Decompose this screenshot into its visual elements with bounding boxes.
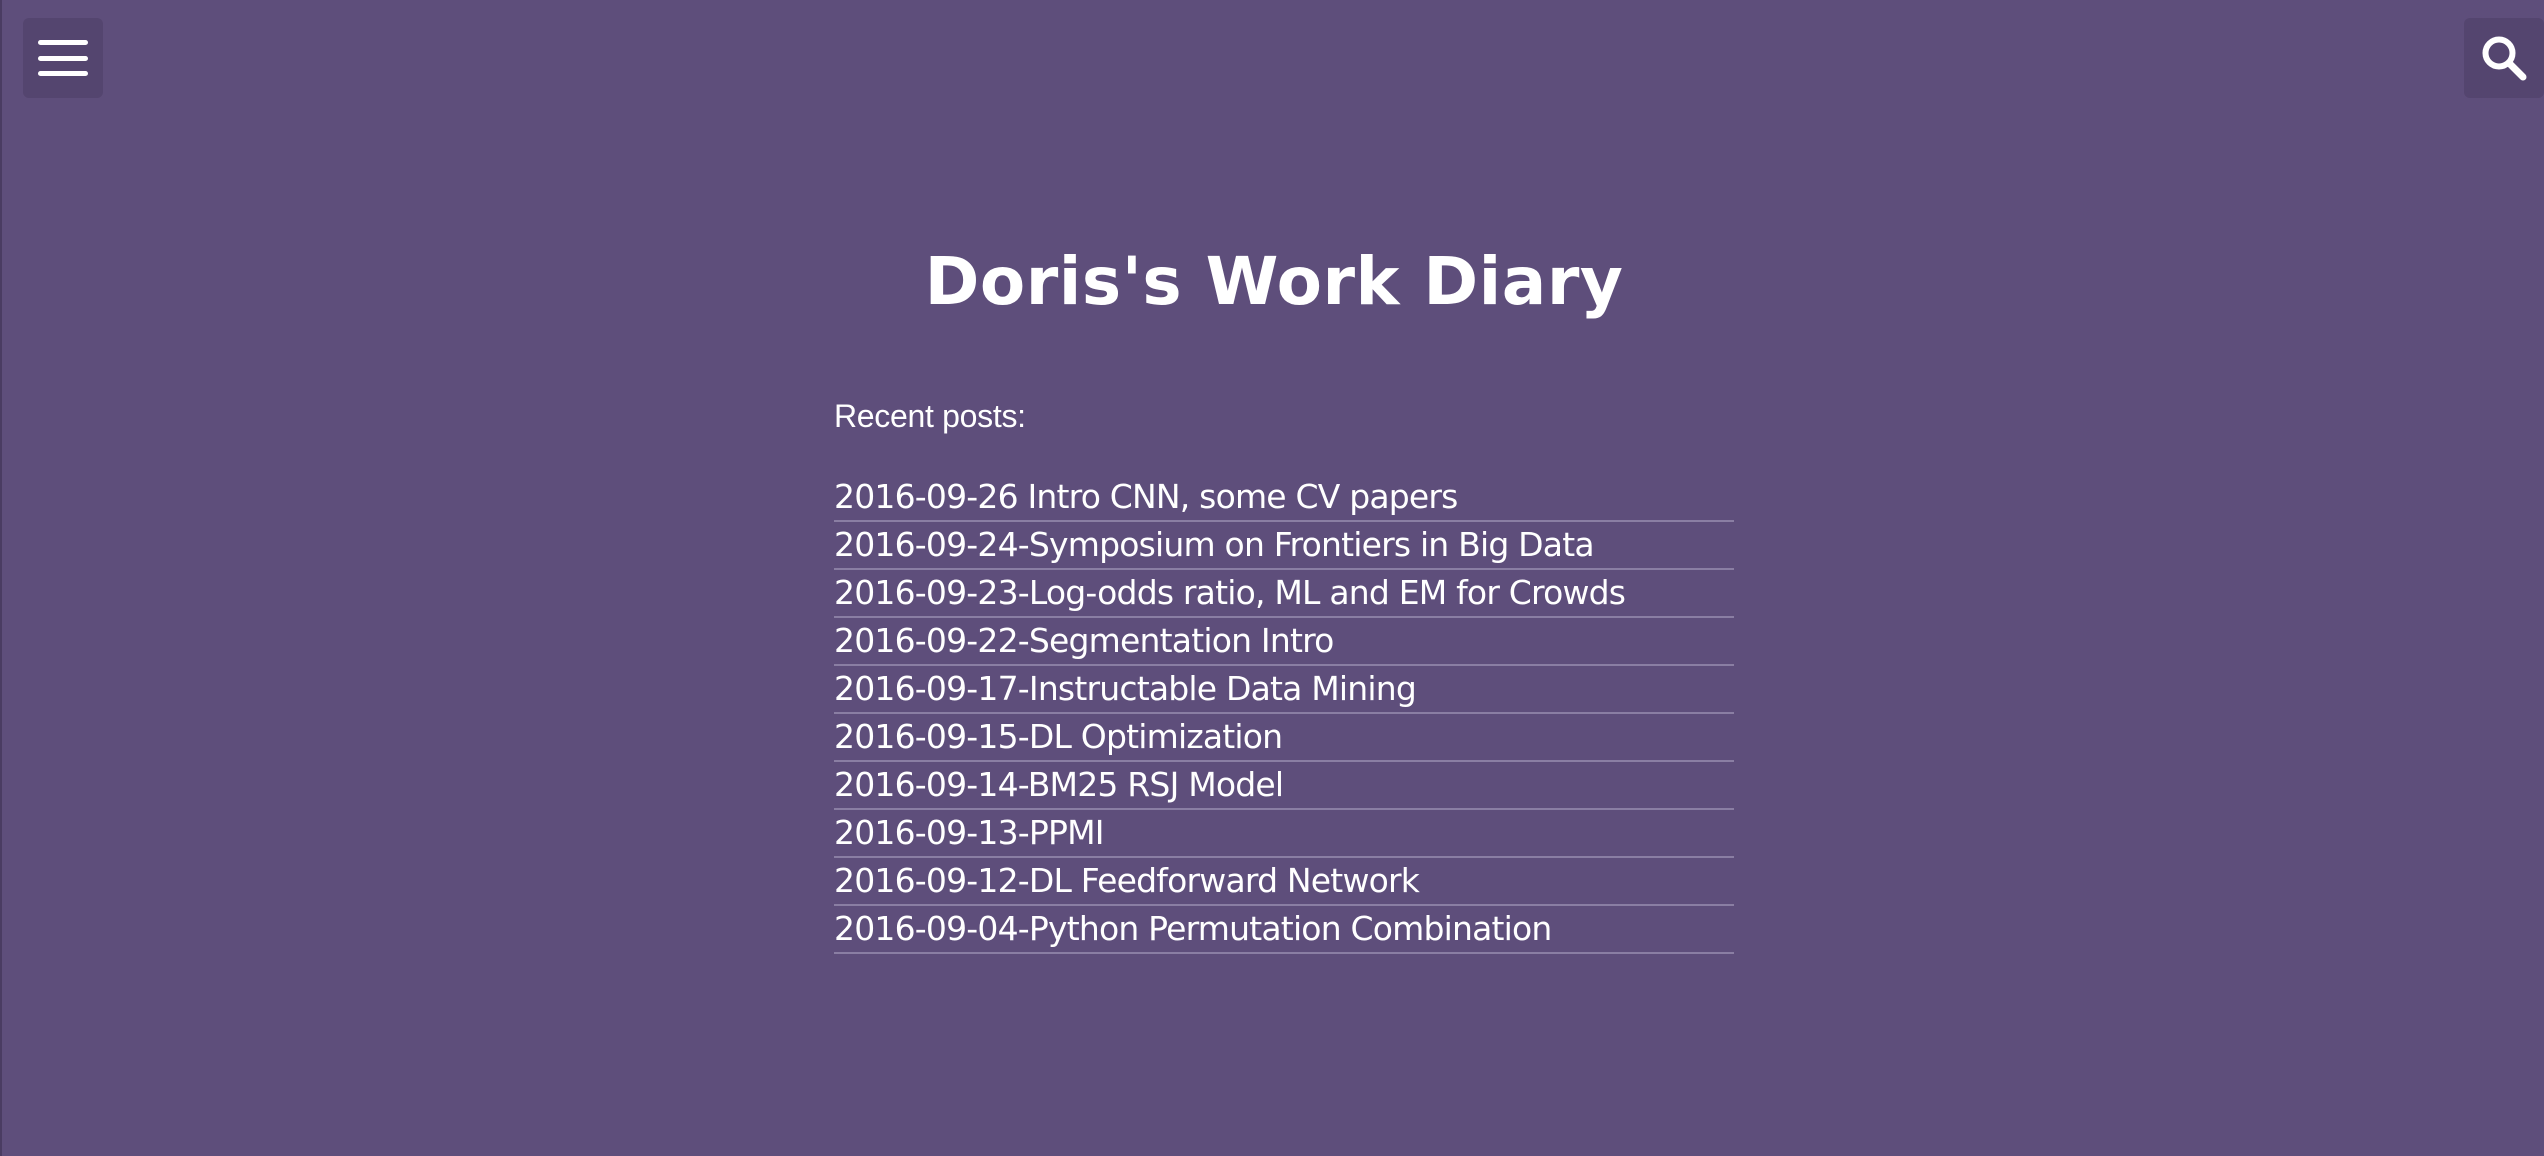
post-link[interactable]: 2016-09-17-Instructable Data Mining <box>834 666 1734 712</box>
list-item: 2016-09-15-DL Optimization <box>834 714 1734 762</box>
menu-bar <box>38 40 88 45</box>
menu-button[interactable] <box>23 18 103 98</box>
post-link[interactable]: 2016-09-22-Segmentation Intro <box>834 618 1734 664</box>
list-item: 2016-09-13-PPMI <box>834 810 1734 858</box>
list-item: 2016-09-24-Symposium on Frontiers in Big… <box>834 522 1734 570</box>
list-item: 2016-09-17-Instructable Data Mining <box>834 666 1734 714</box>
post-link[interactable]: 2016-09-14-BM25 RSJ Model <box>834 762 1734 808</box>
post-link[interactable]: 2016-09-15-DL Optimization <box>834 714 1734 760</box>
list-item: 2016-09-23-Log-odds ratio, ML and EM for… <box>834 570 1734 618</box>
menu-bar <box>38 71 88 76</box>
post-link[interactable]: 2016-09-26 Intro CNN, some CV papers <box>834 474 1734 520</box>
post-link[interactable]: 2016-09-04-Python Permutation Combinatio… <box>834 906 1734 952</box>
page: Doris's Work Diary Recent posts: 2016-09… <box>0 0 2544 1156</box>
recent-posts-section: Recent posts: 2016-09-26 Intro CNN, some… <box>834 388 1734 954</box>
menu-bar <box>38 55 88 61</box>
post-link[interactable]: 2016-09-23-Log-odds ratio, ML and EM for… <box>834 570 1734 616</box>
post-link[interactable]: 2016-09-24-Symposium on Frontiers in Big… <box>834 522 1734 568</box>
list-item: 2016-09-04-Python Permutation Combinatio… <box>834 906 1734 954</box>
hamburger-menu-icon <box>38 40 88 76</box>
list-item: 2016-09-26 Intro CNN, some CV papers <box>834 474 1734 522</box>
search-button[interactable] <box>2464 18 2544 98</box>
recent-posts-heading: Recent posts: <box>834 398 1026 434</box>
post-link[interactable]: 2016-09-12-DL Feedforward Network <box>834 858 1734 904</box>
list-item: 2016-09-22-Segmentation Intro <box>834 618 1734 666</box>
search-icon <box>2482 36 2527 81</box>
site-title[interactable]: Doris's Work Diary <box>2 232 2544 332</box>
post-list: 2016-09-26 Intro CNN, some CV papers 201… <box>834 474 1734 954</box>
list-item: 2016-09-12-DL Feedforward Network <box>834 858 1734 906</box>
list-item: 2016-09-14-BM25 RSJ Model <box>834 762 1734 810</box>
post-link[interactable]: 2016-09-13-PPMI <box>834 810 1734 856</box>
